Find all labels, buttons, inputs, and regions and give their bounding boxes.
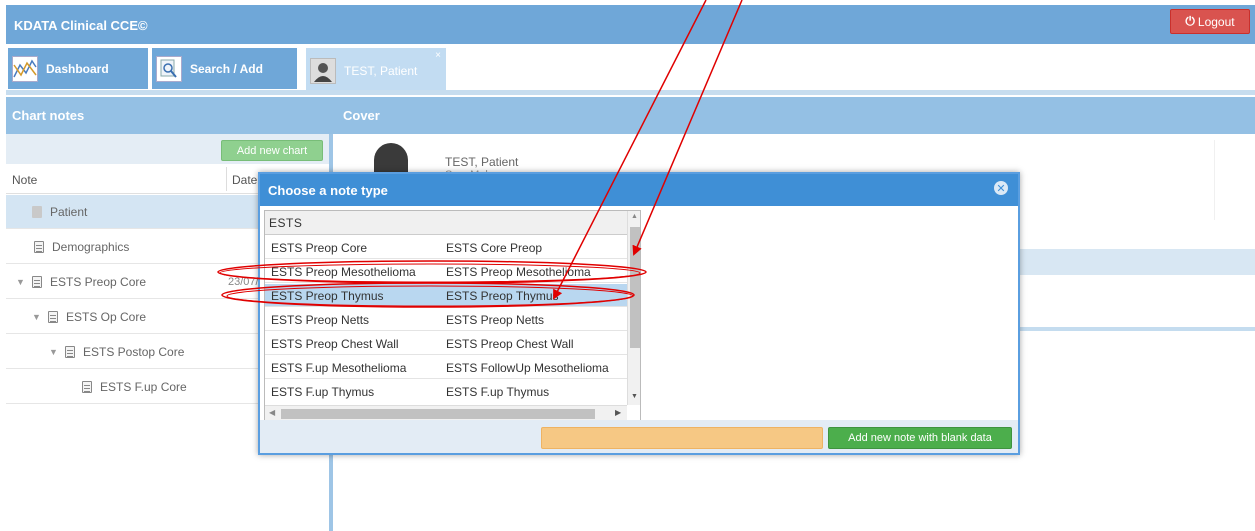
scroll-down-icon[interactable]: ▼ <box>631 393 638 400</box>
tree-item-label: ESTS Postop Core <box>83 344 185 359</box>
tab-patient[interactable]: TEST, Patient × <box>306 48 446 94</box>
vertical-scrollbar[interactable]: ▲ ▼ <box>627 211 640 405</box>
list-item[interactable]: ESTS Preop Mesothelioma ESTS Preop Mesot… <box>265 260 627 283</box>
note-type-code: ESTS Preop Netts <box>271 313 370 327</box>
note-type-code: ESTS Preop Chest Wall <box>271 337 399 351</box>
logout-button[interactable]: ⏻ Logout <box>1170 9 1250 34</box>
cover-band <box>1020 249 1255 275</box>
scrollbar-thumb[interactable] <box>281 409 595 419</box>
app-title: KDATA Clinical CCE© <box>14 18 148 33</box>
add-new-chart-button[interactable]: Add new chart <box>221 140 323 161</box>
horizontal-scrollbar[interactable]: ◀ ▶ <box>265 405 627 421</box>
close-icon[interactable]: ✕ <box>994 181 1008 195</box>
patient-name: TEST, Patient <box>445 155 519 169</box>
document-icon <box>82 380 92 393</box>
note-type-name: ESTS FollowUp Mesothelioma <box>446 361 609 375</box>
folder-icon <box>32 205 42 218</box>
search-icon <box>156 55 182 82</box>
cover-side-box <box>1214 140 1255 220</box>
note-type-code: ESTS Preop Core <box>271 241 368 255</box>
tab-strip: Dashboard Search / Add TEST, Patient × <box>6 44 1255 95</box>
note-type-name: ESTS Preop Thymus <box>446 289 559 303</box>
list-item-selected[interactable]: ESTS Preop Thymus ESTS Preop Thymus <box>265 284 627 307</box>
scroll-right-icon[interactable]: ▶ <box>615 408 621 417</box>
tab-label: Dashboard <box>46 61 109 76</box>
tree-item-label: ESTS Op Core <box>66 309 147 324</box>
add-chart-toolbar: Add new chart <box>6 134 329 164</box>
column-note[interactable]: Note <box>12 173 37 187</box>
dialog-title: Choose a note type <box>268 183 388 198</box>
note-type-name: ESTS Preop Mesothelioma <box>446 265 591 279</box>
document-icon <box>65 345 75 358</box>
dialog-header: Choose a note type ✕ <box>260 174 1018 206</box>
patient-icon <box>310 58 336 84</box>
list-item[interactable]: ESTS F.up Thymus ESTS F.up Thymus <box>265 380 627 403</box>
expand-arrow-icon[interactable]: ▼ <box>49 347 59 357</box>
note-type-name: ESTS Preop Netts <box>446 313 545 327</box>
group-header: ESTS <box>265 211 627 235</box>
power-icon: ⏻ <box>1185 14 1195 28</box>
cover-title: Cover <box>343 108 380 123</box>
app-window: KDATA Clinical CCE© ⏻ Logout Dashboard S… <box>0 0 1255 531</box>
tab-label: Search / Add <box>190 61 263 76</box>
tab-search-add[interactable]: Search / Add <box>152 48 297 89</box>
note-type-code: ESTS F.up Mesothelioma <box>271 361 407 375</box>
note-type-name: ESTS Preop Chest Wall <box>446 337 574 351</box>
close-icon[interactable]: × <box>435 50 441 61</box>
tab-label: TEST, Patient <box>344 64 418 78</box>
add-note-with-data-button[interactable] <box>541 427 823 449</box>
top-bar: KDATA Clinical CCE© <box>6 5 1255 44</box>
dialog-footer: Add new note with blank data <box>260 420 1018 453</box>
document-icon <box>32 275 42 288</box>
note-type-code: ESTS F.up Thymus <box>271 385 375 399</box>
note-type-name: ESTS F.up Thymus <box>446 385 550 399</box>
scroll-left-icon[interactable]: ◀ <box>269 408 275 417</box>
expand-arrow-icon[interactable]: ▼ <box>32 312 42 322</box>
note-type-code: ESTS Preop Thymus <box>271 289 384 303</box>
scroll-up-icon[interactable]: ▲ <box>631 213 638 220</box>
tree-item-label: Demographics <box>52 239 130 254</box>
document-icon <box>48 310 58 323</box>
scrollbar-thumb[interactable] <box>630 227 640 348</box>
note-type-dialog: Choose a note type ✕ ESTS ESTS Preop Cor… <box>258 172 1020 455</box>
chart-icon <box>12 55 38 82</box>
cover-divider <box>1020 327 1255 331</box>
section-header: Chart notes Cover <box>6 97 1255 134</box>
tab-dashboard[interactable]: Dashboard <box>8 48 148 89</box>
tree-item-label: Patient <box>50 204 88 219</box>
note-type-code: ESTS Preop Mesothelioma <box>271 265 416 279</box>
list-item[interactable]: ESTS F.up Mesothelioma ESTS FollowUp Mes… <box>265 356 627 379</box>
list-item[interactable]: ESTS Preop Chest Wall ESTS Preop Chest W… <box>265 332 627 355</box>
logout-label: Logout <box>1197 14 1235 29</box>
note-type-list[interactable]: ESTS ESTS Preop Core ESTS Core Preop EST… <box>264 210 641 422</box>
document-icon <box>34 240 44 253</box>
note-type-name: ESTS Core Preop <box>446 241 543 255</box>
tree-item-label: ESTS Preop Core <box>50 274 147 289</box>
tree-item-label: ESTS F.up Core <box>100 379 187 394</box>
chart-notes-title: Chart notes <box>12 108 85 123</box>
add-blank-note-button[interactable]: Add new note with blank data <box>828 427 1012 449</box>
list-item[interactable]: ESTS Preop Core ESTS Core Preop <box>265 236 627 259</box>
column-date[interactable]: Date <box>226 167 257 191</box>
list-item[interactable]: ESTS Preop Netts ESTS Preop Netts <box>265 308 627 331</box>
expand-arrow-icon[interactable]: ▼ <box>16 277 26 287</box>
